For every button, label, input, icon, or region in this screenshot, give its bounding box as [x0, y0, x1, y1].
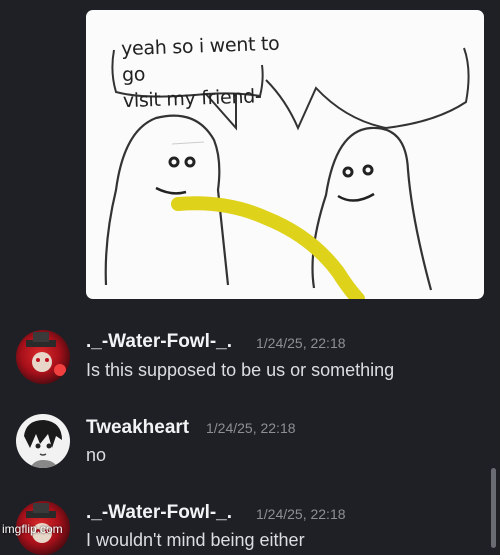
meme-caption-line-1: yeah so i went to go — [120, 32, 280, 87]
timestamp: 1/24/25, 22:18 — [256, 506, 346, 522]
scrollbar[interactable] — [491, 468, 496, 548]
timestamp: 1/24/25, 22:18 — [206, 420, 296, 436]
meme-image[interactable]: yeah so i went to go visit my friend- — [86, 10, 484, 299]
dark-hair-avatar-icon — [24, 420, 62, 468]
imgflip-watermark: imgflip.com — [2, 522, 63, 536]
username[interactable]: ._-Water-Fowl-_. — [86, 502, 232, 524]
avatar[interactable] — [16, 414, 70, 468]
username[interactable]: ._-Water-Fowl-_. — [86, 331, 232, 353]
meme-caption: yeah so i went to go visit my friend- — [121, 30, 304, 114]
message-text: no — [86, 445, 107, 465]
avatar[interactable] — [16, 330, 70, 384]
timestamp: 1/24/25, 22:18 — [256, 335, 346, 351]
red-hat-avatar-icon — [26, 332, 66, 376]
message-text: I wouldn't mind being either — [86, 530, 305, 550]
message-text: Is this supposed to be us or something — [86, 360, 395, 380]
username[interactable]: Tweakheart — [86, 417, 189, 439]
